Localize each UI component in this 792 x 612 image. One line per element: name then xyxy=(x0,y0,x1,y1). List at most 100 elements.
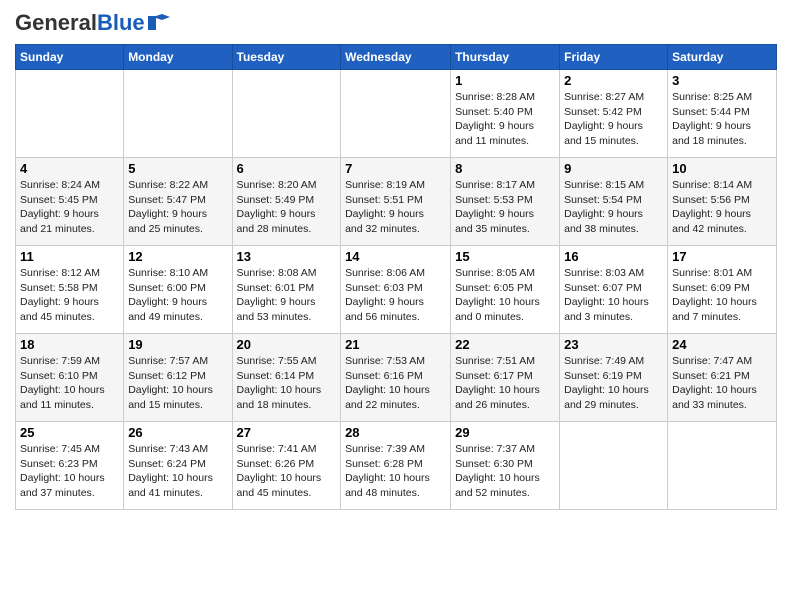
col-header-wednesday: Wednesday xyxy=(341,45,451,70)
day-info: Sunrise: 7:51 AM Sunset: 6:17 PM Dayligh… xyxy=(455,354,555,413)
day-info: Sunrise: 8:25 AM Sunset: 5:44 PM Dayligh… xyxy=(672,90,772,149)
day-number: 27 xyxy=(237,425,337,440)
day-number: 24 xyxy=(672,337,772,352)
day-info: Sunrise: 7:43 AM Sunset: 6:24 PM Dayligh… xyxy=(128,442,227,501)
day-number: 17 xyxy=(672,249,772,264)
day-number: 16 xyxy=(564,249,663,264)
calendar-cell: 6Sunrise: 8:20 AM Sunset: 5:49 PM Daylig… xyxy=(232,158,341,246)
calendar-cell: 21 Sunrise: 7:53 AM Sunset: 6:16 PM Dayli… xyxy=(341,334,451,422)
day-number: 3 xyxy=(672,73,772,88)
day-number: 20 xyxy=(237,337,337,352)
calendar-cell: 25 Sunrise: 7:45 AM Sunset: 6:23 PM Dayli… xyxy=(16,422,124,510)
calendar-cell: 3 Sunrise: 8:25 AM Sunset: 5:44 PM Daylig… xyxy=(668,70,777,158)
day-info: Sunrise: 7:41 AM Sunset: 6:26 PM Dayligh… xyxy=(237,442,337,501)
day-number: 18 xyxy=(20,337,119,352)
day-number: 13 xyxy=(237,249,337,264)
calendar-cell: 4 Sunrise: 8:24 AM Sunset: 5:45 PM Daylig… xyxy=(16,158,124,246)
col-header-sunday: Sunday xyxy=(16,45,124,70)
calendar-cell: 22 Sunrise: 7:51 AM Sunset: 6:17 PM Dayli… xyxy=(451,334,560,422)
calendar-cell xyxy=(341,70,451,158)
calendar-cell: 15 Sunrise: 8:05 AM Sunset: 6:05 PM Dayli… xyxy=(451,246,560,334)
calendar-cell: 24 Sunrise: 7:47 AM Sunset: 6:21 PM Dayli… xyxy=(668,334,777,422)
day-info: Sunrise: 8:10 AM Sunset: 6:00 PM Dayligh… xyxy=(128,266,227,325)
calendar-cell: 10 Sunrise: 8:14 AM Sunset: 5:56 PM Dayli… xyxy=(668,158,777,246)
calendar-cell: 19 Sunrise: 7:57 AM Sunset: 6:12 PM Dayli… xyxy=(124,334,232,422)
col-header-friday: Friday xyxy=(560,45,668,70)
day-info: Sunrise: 7:53 AM Sunset: 6:16 PM Dayligh… xyxy=(345,354,446,413)
calendar-cell: 7Sunrise: 8:19 AM Sunset: 5:51 PM Daylig… xyxy=(341,158,451,246)
day-info: Sunrise: 7:45 AM Sunset: 6:23 PM Dayligh… xyxy=(20,442,119,501)
day-info: Sunrise: 8:06 AM Sunset: 6:03 PM Dayligh… xyxy=(345,266,446,325)
logo-flag-icon xyxy=(148,14,170,30)
day-number: 21 xyxy=(345,337,446,352)
col-header-thursday: Thursday xyxy=(451,45,560,70)
calendar-cell: 18 Sunrise: 7:59 AM Sunset: 6:10 PM Dayli… xyxy=(16,334,124,422)
day-number: 1 xyxy=(455,73,555,88)
day-number: 12 xyxy=(128,249,227,264)
day-info: Sunrise: 8:12 AM Sunset: 5:58 PM Dayligh… xyxy=(20,266,119,325)
day-info: Sunrise: 7:39 AM Sunset: 6:28 PM Dayligh… xyxy=(345,442,446,501)
calendar-cell: 26 Sunrise: 7:43 AM Sunset: 6:24 PM Dayli… xyxy=(124,422,232,510)
col-header-tuesday: Tuesday xyxy=(232,45,341,70)
calendar-cell xyxy=(560,422,668,510)
day-number: 9 xyxy=(564,161,663,176)
calendar-cell: 23 Sunrise: 7:49 AM Sunset: 6:19 PM Dayli… xyxy=(560,334,668,422)
calendar-cell xyxy=(232,70,341,158)
calendar-cell xyxy=(668,422,777,510)
calendar-cell: 1 Sunrise: 8:28 AM Sunset: 5:40 PM Daylig… xyxy=(451,70,560,158)
page-header: General Blue xyxy=(15,10,777,36)
day-number: 22 xyxy=(455,337,555,352)
day-number: 23 xyxy=(564,337,663,352)
day-number: 6 xyxy=(237,161,337,176)
calendar-table: SundayMondayTuesdayWednesdayThursdayFrid… xyxy=(15,44,777,510)
calendar-cell: 27 Sunrise: 7:41 AM Sunset: 6:26 PM Dayli… xyxy=(232,422,341,510)
day-info: Sunrise: 8:28 AM Sunset: 5:40 PM Dayligh… xyxy=(455,90,555,149)
day-info: Sunrise: 7:49 AM Sunset: 6:19 PM Dayligh… xyxy=(564,354,663,413)
day-number: 29 xyxy=(455,425,555,440)
calendar-cell: 14 Sunrise: 8:06 AM Sunset: 6:03 PM Dayli… xyxy=(341,246,451,334)
calendar-cell: 13 Sunrise: 8:08 AM Sunset: 6:01 PM Dayli… xyxy=(232,246,341,334)
logo-blue: Blue xyxy=(97,10,145,36)
day-number: 4 xyxy=(20,161,119,176)
col-header-monday: Monday xyxy=(124,45,232,70)
day-number: 28 xyxy=(345,425,446,440)
day-number: 14 xyxy=(345,249,446,264)
day-number: 7 xyxy=(345,161,446,176)
day-number: 10 xyxy=(672,161,772,176)
day-number: 8 xyxy=(455,161,555,176)
day-number: 15 xyxy=(455,249,555,264)
calendar-cell: 5 Sunrise: 8:22 AM Sunset: 5:47 PM Daylig… xyxy=(124,158,232,246)
calendar-cell: 12 Sunrise: 8:10 AM Sunset: 6:00 PM Dayli… xyxy=(124,246,232,334)
day-info: Sunrise: 7:37 AM Sunset: 6:30 PM Dayligh… xyxy=(455,442,555,501)
calendar-cell: 11 Sunrise: 8:12 AM Sunset: 5:58 PM Dayli… xyxy=(16,246,124,334)
day-info: Sunrise: 8:24 AM Sunset: 5:45 PM Dayligh… xyxy=(20,178,119,237)
day-number: 25 xyxy=(20,425,119,440)
calendar-cell: 29 Sunrise: 7:37 AM Sunset: 6:30 PM Dayli… xyxy=(451,422,560,510)
calendar-cell: 9 Sunrise: 8:15 AM Sunset: 5:54 PM Daylig… xyxy=(560,158,668,246)
day-info: Sunrise: 8:08 AM Sunset: 6:01 PM Dayligh… xyxy=(237,266,337,325)
calendar-cell xyxy=(124,70,232,158)
logo: General Blue xyxy=(15,10,170,36)
day-info: Sunrise: 8:03 AM Sunset: 6:07 PM Dayligh… xyxy=(564,266,663,325)
day-number: 5 xyxy=(128,161,227,176)
calendar-cell: 2Sunrise: 8:27 AM Sunset: 5:42 PM Daylig… xyxy=(560,70,668,158)
day-info: Sunrise: 7:57 AM Sunset: 6:12 PM Dayligh… xyxy=(128,354,227,413)
day-info: Sunrise: 8:22 AM Sunset: 5:47 PM Dayligh… xyxy=(128,178,227,237)
day-info: Sunrise: 8:14 AM Sunset: 5:56 PM Dayligh… xyxy=(672,178,772,237)
calendar-cell: 8 Sunrise: 8:17 AM Sunset: 5:53 PM Daylig… xyxy=(451,158,560,246)
day-info: Sunrise: 8:17 AM Sunset: 5:53 PM Dayligh… xyxy=(455,178,555,237)
day-number: 19 xyxy=(128,337,227,352)
day-info: Sunrise: 8:01 AM Sunset: 6:09 PM Dayligh… xyxy=(672,266,772,325)
logo-general: General xyxy=(15,10,97,36)
calendar-cell: 16 Sunrise: 8:03 AM Sunset: 6:07 PM Dayli… xyxy=(560,246,668,334)
day-info: Sunrise: 7:59 AM Sunset: 6:10 PM Dayligh… xyxy=(20,354,119,413)
day-info: Sunrise: 8:05 AM Sunset: 6:05 PM Dayligh… xyxy=(455,266,555,325)
calendar-cell: 28 Sunrise: 7:39 AM Sunset: 6:28 PM Dayli… xyxy=(341,422,451,510)
calendar-cell xyxy=(16,70,124,158)
day-number: 26 xyxy=(128,425,227,440)
day-info: Sunrise: 7:47 AM Sunset: 6:21 PM Dayligh… xyxy=(672,354,772,413)
col-header-saturday: Saturday xyxy=(668,45,777,70)
calendar-cell: 20Sunrise: 7:55 AM Sunset: 6:14 PM Dayli… xyxy=(232,334,341,422)
day-info: Sunrise: 8:15 AM Sunset: 5:54 PM Dayligh… xyxy=(564,178,663,237)
day-number: 11 xyxy=(20,249,119,264)
